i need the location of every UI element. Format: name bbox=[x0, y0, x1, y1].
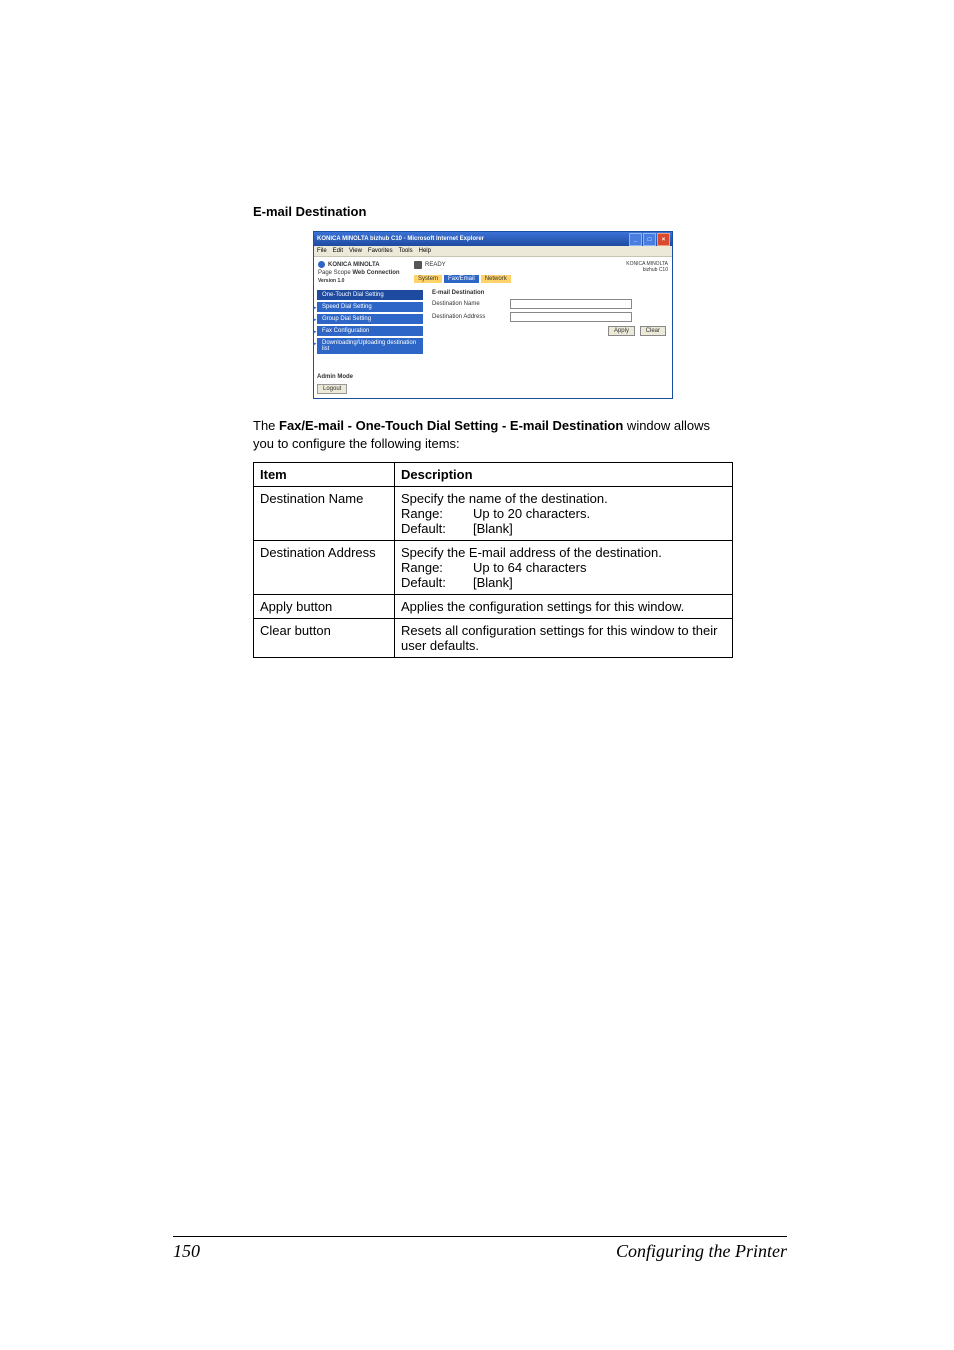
tab-network[interactable]: Network bbox=[481, 275, 511, 283]
row-item: Destination Name bbox=[254, 487, 395, 541]
admin-mode-label: Admin Mode bbox=[317, 374, 423, 380]
model-line2: bizhub C10 bbox=[626, 267, 668, 273]
row-item: Clear button bbox=[254, 619, 395, 658]
sidebar-item-fax-config[interactable]: ▸Fax Configuration bbox=[317, 326, 423, 336]
printer-icon bbox=[414, 261, 422, 269]
para-prefix: The bbox=[253, 418, 279, 433]
menu-file[interactable]: File bbox=[317, 248, 327, 254]
maximize-button[interactable]: □ bbox=[643, 233, 656, 246]
form-title: E-mail Destination bbox=[432, 290, 666, 296]
para-bold: Fax/E-mail - One-Touch Dial Setting - E-… bbox=[279, 418, 623, 433]
row-item: Apply button bbox=[254, 595, 395, 619]
ie-window: KONICA MINOLTA bizhub C10 - Microsoft In… bbox=[313, 231, 673, 399]
intro-paragraph: The Fax/E-mail - One-Touch Dial Setting … bbox=[253, 417, 733, 452]
menu-help[interactable]: Help bbox=[419, 248, 431, 254]
page-number: 150 bbox=[173, 1241, 200, 1262]
menu-favorites[interactable]: Favorites bbox=[368, 248, 393, 254]
status-text: READY bbox=[425, 262, 446, 268]
menu-view[interactable]: View bbox=[349, 248, 362, 254]
menu-edit[interactable]: Edit bbox=[333, 248, 343, 254]
clear-button[interactable]: Clear bbox=[640, 326, 666, 336]
tab-system[interactable]: System bbox=[414, 275, 442, 283]
sidebar-item-group-dial[interactable]: ▸Group Dial Setting bbox=[317, 314, 423, 324]
row-desc: Applies the configuration settings for t… bbox=[395, 595, 733, 619]
table-row: Destination Address Specify the E-mail a… bbox=[254, 541, 733, 595]
section-title: Configuring the Printer bbox=[616, 1241, 787, 1262]
description-table: Item Description Destination Name Specif… bbox=[253, 462, 733, 658]
minimize-button[interactable]: _ bbox=[629, 233, 642, 246]
destination-address-input[interactable] bbox=[510, 312, 632, 322]
row-desc: Specify the name of the destination. Ran… bbox=[395, 487, 733, 541]
menubar: File Edit View Favorites Tools Help bbox=[314, 246, 672, 257]
row-desc: Specify the E-mail address of the destin… bbox=[395, 541, 733, 595]
brand-logo-text: KONICA MINOLTA bbox=[328, 262, 380, 268]
menu-tools[interactable]: Tools bbox=[399, 248, 413, 254]
brand-logo-icon bbox=[318, 261, 325, 268]
table-row: Destination Name Specify the name of the… bbox=[254, 487, 733, 541]
window-title: KONICA MINOLTA bizhub C10 - Microsoft In… bbox=[317, 236, 484, 242]
subbrand-prefix: Page Scope bbox=[318, 270, 351, 276]
close-button[interactable]: × bbox=[657, 233, 670, 246]
destination-address-label: Destination Address bbox=[432, 314, 506, 320]
sidebar-item-one-touch[interactable]: One-Touch Dial Setting bbox=[317, 290, 423, 300]
apply-button[interactable]: Apply bbox=[608, 326, 635, 336]
sidebar-item-speed-dial[interactable]: ▸Speed Dial Setting bbox=[317, 302, 423, 312]
destination-name-label: Destination Name bbox=[432, 301, 506, 307]
destination-name-input[interactable] bbox=[510, 299, 632, 309]
section-heading: E-mail Destination bbox=[253, 204, 733, 219]
table-row: Apply button Applies the configuration s… bbox=[254, 595, 733, 619]
table-row: Clear button Resets all configuration se… bbox=[254, 619, 733, 658]
row-item: Destination Address bbox=[254, 541, 395, 595]
col-item-header: Item bbox=[254, 463, 395, 487]
sidebar-item-download-upload[interactable]: ▸Downloading/Uploading destination list bbox=[317, 338, 423, 354]
row-desc: Resets all configuration settings for th… bbox=[395, 619, 733, 658]
version-label: Version 1.0 bbox=[318, 278, 414, 284]
col-desc-header: Description bbox=[395, 463, 733, 487]
subbrand-label: Web Connection bbox=[352, 270, 399, 276]
window-titlebar: KONICA MINOLTA bizhub C10 - Microsoft In… bbox=[314, 232, 672, 246]
page-footer: 150 Configuring the Printer bbox=[173, 1236, 787, 1262]
tab-faxemail[interactable]: Fax/Email bbox=[444, 275, 479, 283]
logout-button[interactable]: Logout bbox=[317, 384, 347, 394]
